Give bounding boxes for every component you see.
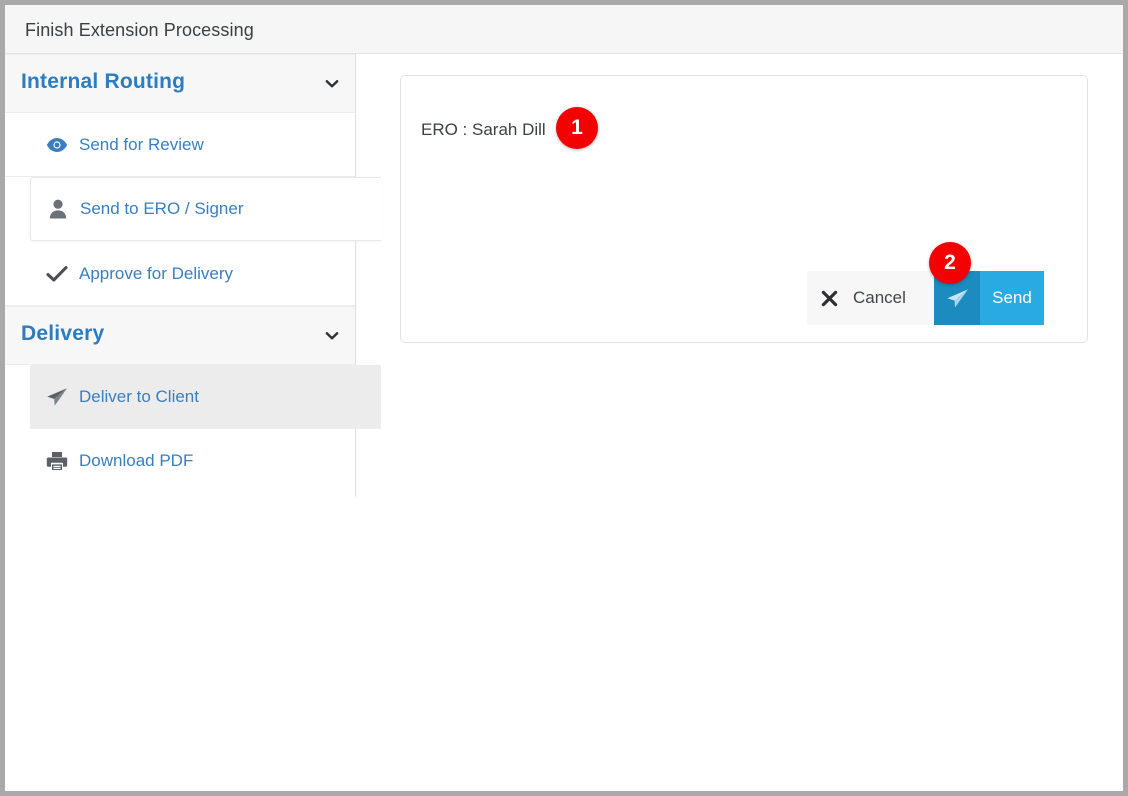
step-badge-1: 1 — [556, 107, 598, 149]
send-button-label: Send — [980, 271, 1044, 325]
chevron-down-icon[interactable] — [323, 327, 341, 345]
sidebar-item-send-for-review[interactable]: Send for Review — [5, 113, 355, 177]
sidebar-item-label: Send to ERO / Signer — [80, 199, 244, 218]
user-icon — [47, 198, 69, 220]
sidebar: Internal Routing Send for Review Send to… — [5, 54, 381, 497]
sidebar-section-delivery[interactable]: Delivery — [5, 306, 355, 365]
dialog-button-bar: Cancel Send — [807, 271, 1044, 325]
sidebar-section-internal-routing[interactable]: Internal Routing — [5, 54, 355, 113]
main-content-card: ERO : Sarah Dill Cancel Send — [400, 75, 1088, 343]
sidebar-item-send-to-ero-signer[interactable]: Send to ERO / Signer — [30, 177, 381, 241]
cancel-button[interactable]: Cancel — [807, 271, 934, 325]
sidebar-item-approve-for-delivery[interactable]: Approve for Delivery — [5, 242, 355, 306]
printer-icon — [46, 450, 68, 472]
sidebar-item-download-pdf[interactable]: Download PDF — [5, 429, 355, 493]
page-title: Finish Extension Processing — [25, 20, 254, 40]
eye-icon — [46, 134, 68, 156]
check-icon — [46, 263, 68, 285]
application-window: Finish Extension Processing Internal Rou… — [0, 0, 1128, 796]
ero-signer-line: ERO : Sarah Dill — [421, 120, 546, 139]
step-badge-2: 2 — [929, 242, 971, 284]
chevron-down-icon[interactable] — [323, 75, 341, 93]
sidebar-item-label: Download PDF — [79, 451, 194, 470]
sidebar-item-label: Approve for Delivery — [79, 263, 234, 283]
sidebar-section-title-internal-routing: Internal Routing — [21, 70, 186, 93]
sidebar-item-label: Deliver to Client — [79, 387, 199, 406]
close-x-icon — [807, 290, 851, 307]
sidebar-item-label: Send for Review — [79, 134, 204, 154]
paper-plane-icon — [46, 386, 68, 408]
sidebar-section-title-delivery: Delivery — [21, 322, 105, 345]
sidebar-item-deliver-to-client[interactable]: Deliver to Client — [30, 365, 381, 429]
cancel-button-label: Cancel — [853, 288, 906, 307]
window-header: Finish Extension Processing — [5, 5, 1123, 54]
